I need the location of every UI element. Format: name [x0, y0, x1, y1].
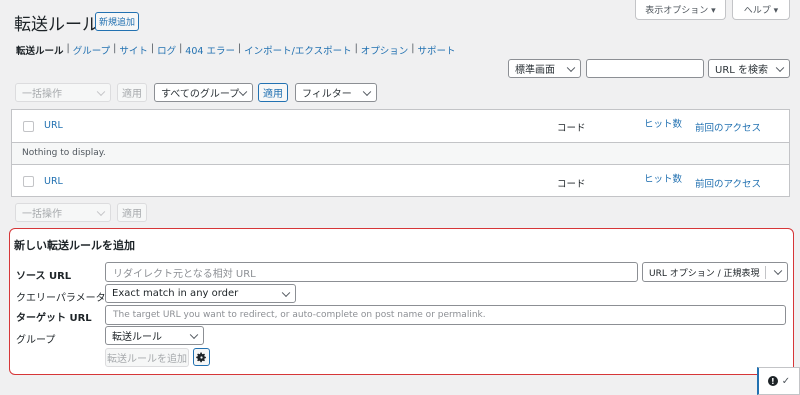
alert-icon: ! [767, 376, 778, 386]
bulk-actions-bottom-value: 一括操作 [22, 209, 62, 220]
subnav-item-site[interactable]: サイト [119, 43, 148, 57]
url-options-divider [765, 266, 766, 279]
select-all-checkbox[interactable] [23, 121, 34, 132]
column-hits[interactable]: ヒット数 [644, 116, 682, 130]
column-hits-footer[interactable]: ヒット数 [644, 171, 682, 185]
empty-message: Nothing to display. [22, 148, 106, 158]
bulk-actions-select[interactable]: 一括操作 [15, 83, 111, 102]
query-param-select[interactable]: Exact match in any order [105, 284, 296, 303]
subnav-item-options[interactable]: オプション [361, 43, 409, 57]
column-last-access-footer[interactable]: 前回のアクセス [695, 176, 761, 190]
chevron-down-icon [238, 87, 248, 96]
chevron-down-icon [362, 87, 372, 96]
column-last-access[interactable]: 前回のアクセス [695, 120, 761, 134]
search-mode-value: 標準画面 [515, 65, 555, 76]
table-empty-row: Nothing to display. [12, 143, 789, 165]
url-options-select[interactable]: URL オプション / 正規表現 [642, 262, 788, 282]
help-label: ヘルプ ▾ [743, 6, 779, 16]
group-filter-value: すべてのグループ [161, 89, 240, 100]
column-code: コード [557, 123, 586, 134]
screen-options-button[interactable]: 表示オプション ▾ [635, 0, 726, 20]
search-button[interactable]: URL を検索 [708, 59, 790, 78]
table-footer-row: URL コード ヒット数 前回のアクセス [12, 165, 789, 196]
apply-button[interactable]: 適用 [117, 83, 147, 102]
chevron-down-icon [566, 63, 576, 72]
table-header-row: URL コード ヒット数 前回のアクセス [12, 110, 789, 143]
add-redirect-button[interactable]: 転送ルールを追加 [105, 348, 189, 367]
page-title: 転送ルール [14, 15, 99, 35]
chevron-down-icon [281, 288, 291, 297]
group-label: グループ [16, 335, 56, 346]
bulk-actions-select-bottom[interactable]: 一括操作 [15, 203, 111, 222]
apply-group-button[interactable]: 適用 [258, 83, 288, 102]
target-url-label: ターゲット URL [16, 313, 92, 324]
advanced-options-button[interactable] [193, 348, 210, 366]
search-mode-select[interactable]: 標準画面 [508, 59, 581, 78]
add-redirect-panel: 新しい転送ルールを追加 ソース URL リダイレクト元となる相対 URL URL… [9, 228, 794, 375]
source-url-label: ソース URL [16, 271, 72, 282]
redirects-table: URL コード ヒット数 前回のアクセス Nothing to display.… [11, 109, 790, 197]
search-button-label: URL を検索 [715, 65, 769, 76]
help-button[interactable]: ヘルプ ▾ [732, 0, 790, 20]
subnav-item-404[interactable]: 404 エラー [185, 43, 235, 57]
target-url-input[interactable]: The target URL you want to redirect, or … [105, 305, 786, 325]
url-options-value: URL オプション / 正規表現 [649, 268, 760, 279]
bulk-actions-value: 一括操作 [22, 89, 62, 100]
subnav-item-support[interactable]: サポート [418, 43, 456, 57]
subnav-item-groups[interactable]: グループ [73, 43, 110, 57]
column-code-footer: コード [557, 179, 586, 190]
filter-label: フィルター [302, 89, 352, 100]
apply-button-bottom[interactable]: 適用 [117, 203, 147, 222]
group-select[interactable]: 転送ルール [105, 326, 204, 345]
add-new-button[interactable]: 新規追加 [95, 12, 139, 31]
sub-navigation: 転送ルール | グループ | サイト | ログ | 404 エラー | インポート/エクス… [16, 43, 456, 57]
subnav-item-log[interactable]: ログ [157, 43, 176, 57]
chevron-down-icon [189, 330, 199, 339]
group-filter-select[interactable]: すべてのグループ [154, 83, 253, 102]
search-input[interactable] [586, 59, 704, 78]
column-url[interactable]: URL [44, 120, 63, 131]
add-redirect-heading: 新しい転送ルールを追加 [14, 239, 135, 252]
select-all-checkbox-bottom[interactable] [23, 176, 34, 187]
gear-icon [196, 352, 206, 362]
column-url-footer[interactable]: URL [44, 176, 63, 187]
query-param-value: Exact match in any order [112, 288, 239, 299]
check-icon: ✓ [781, 375, 791, 387]
chevron-down-icon [96, 207, 106, 216]
group-value: 転送ルール [112, 332, 162, 343]
screen-options-label: 表示オプション ▾ [645, 6, 716, 16]
chevron-down-icon [96, 87, 106, 96]
chevron-down-icon [773, 266, 783, 276]
subnav-item-redirects[interactable]: 転送ルール [16, 43, 64, 57]
query-param-label: クエリーパラメータ [16, 293, 106, 304]
chevron-down-icon [775, 63, 785, 72]
filter-button[interactable]: フィルター [295, 83, 377, 102]
subnav-item-import-export[interactable]: インポート/エクスポート [244, 43, 351, 57]
status-widget[interactable]: ! ✓ [757, 367, 800, 395]
source-url-input[interactable]: リダイレクト元となる相対 URL [105, 262, 638, 282]
